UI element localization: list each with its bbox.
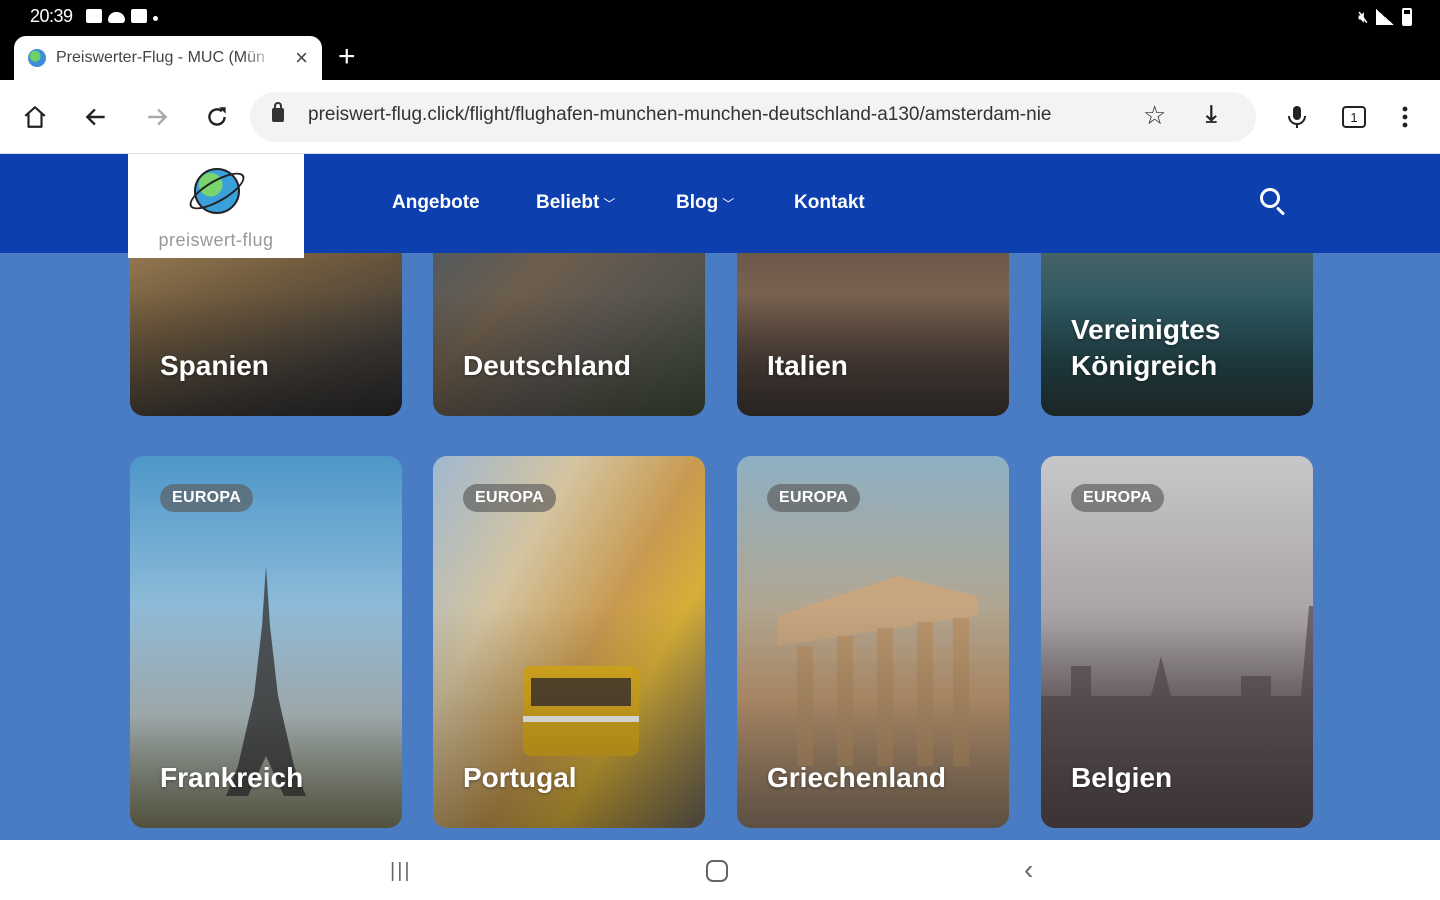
home-icon[interactable] <box>18 100 52 134</box>
url-text[interactable]: preiswert-flug.click/flight/flughafen-mu… <box>308 104 1128 126</box>
home-button-icon[interactable] <box>706 860 728 882</box>
tab-close-button[interactable]: × <box>295 45 308 71</box>
back-arrow-icon[interactable] <box>79 100 113 134</box>
chevron-down-icon: ﹀ <box>722 197 735 211</box>
download-icon[interactable]: ⤓ <box>1206 101 1217 129</box>
webpage: preiswert-flug Angebote Beliebt ﹀ Blog ﹀ K… <box>0 154 1440 840</box>
tab-switcher-button[interactable]: 1 <box>1342 106 1366 128</box>
destination-card-belgien[interactable]: EUROPA Belgien <box>1041 456 1313 828</box>
search-handle <box>1275 206 1286 216</box>
destination-name: Deutschland <box>463 350 632 381</box>
dot-notification-icon <box>153 15 158 21</box>
notification-icons <box>86 9 158 23</box>
destination-name: Griechenland <box>767 762 946 793</box>
nav-beliebt[interactable]: Beliebt ﹀ <box>536 192 615 214</box>
back-chevron-icon[interactable]: ‹ <box>1024 854 1033 886</box>
system-navigation-bar: ||| ‹ <box>0 840 1440 900</box>
more-vert-icon[interactable] <box>1388 100 1422 134</box>
search-ring <box>1260 188 1280 208</box>
bookmark-star-icon[interactable]: ☆ <box>1143 100 1166 131</box>
microphone-icon[interactable] <box>1280 100 1314 134</box>
battery-icon <box>1402 8 1412 26</box>
region-badge: EUROPA <box>767 484 861 512</box>
new-tab-button[interactable]: + <box>338 40 356 74</box>
region-badge: EUROPA <box>160 484 254 512</box>
destination-card-frankreich[interactable]: EUROPA Frankreich <box>130 456 402 828</box>
status-time: 20:39 <box>30 6 73 26</box>
cloud-notification-icon <box>108 11 125 23</box>
region-badge: EUROPA <box>463 484 557 512</box>
nav-blog[interactable]: Blog ﹀ <box>676 192 734 214</box>
browser-tab-strip: Preiswerter-Flug - MUC (Mün × + <box>0 34 1440 80</box>
browser-tab[interactable]: Preiswerter-Flug - MUC (Mün × <box>14 36 322 80</box>
nav-angebote[interactable]: Angebote <box>392 192 480 214</box>
search-icon[interactable] <box>1258 186 1288 216</box>
destination-name: Belgien <box>1071 762 1173 793</box>
system-status-bar: 20:39 🔇︎ <box>0 0 1440 34</box>
site-header: preiswert-flug Angebote Beliebt ﹀ Blog ﹀ K… <box>0 154 1440 258</box>
mute-icon: 🔇︎ <box>1358 8 1368 26</box>
tab-title: Preiswerter-Flug - MUC (Mün <box>56 49 265 66</box>
reload-icon[interactable] <box>200 100 234 134</box>
destination-name: Italien <box>767 350 848 381</box>
nav-label: Beliebt <box>536 192 600 213</box>
logo-text: preiswert-flug <box>158 230 274 250</box>
destination-name: Portugal <box>463 762 577 793</box>
system-indicators: 🔇︎ <box>1359 8 1412 26</box>
nav-label: Blog <box>676 192 719 213</box>
image-notification-icon <box>86 9 102 23</box>
wifi-signal-icon <box>1376 9 1394 25</box>
lock-icon[interactable] <box>272 102 284 122</box>
recent-apps-icon[interactable]: ||| <box>390 860 412 883</box>
chevron-down-icon: ﹀ <box>603 197 616 211</box>
destination-card-portugal[interactable]: EUROPA Portugal <box>433 456 705 828</box>
browser-toolbar: preiswert-flug.click/flight/flughafen-mu… <box>0 80 1440 154</box>
nav-kontakt[interactable]: Kontakt <box>794 192 865 214</box>
forward-arrow-icon[interactable] <box>140 100 174 134</box>
nav-label: Kontakt <box>794 192 865 213</box>
destination-card-griechenland[interactable]: EUROPA Griechenland <box>737 456 1009 828</box>
region-badge: EUROPA <box>1071 484 1165 512</box>
address-bar[interactable]: preiswert-flug.click/flight/flughafen-mu… <box>250 92 1256 142</box>
destination-name: Frankreich <box>160 762 304 793</box>
globe-favicon-icon <box>28 49 46 67</box>
site-logo[interactable]: preiswert-flug <box>128 154 304 258</box>
gallery-notification-icon <box>131 9 147 23</box>
destination-name: Vereinigtes Königreich <box>1071 314 1221 381</box>
nav-label: Angebote <box>392 192 480 213</box>
destination-name: Spanien <box>160 350 269 381</box>
